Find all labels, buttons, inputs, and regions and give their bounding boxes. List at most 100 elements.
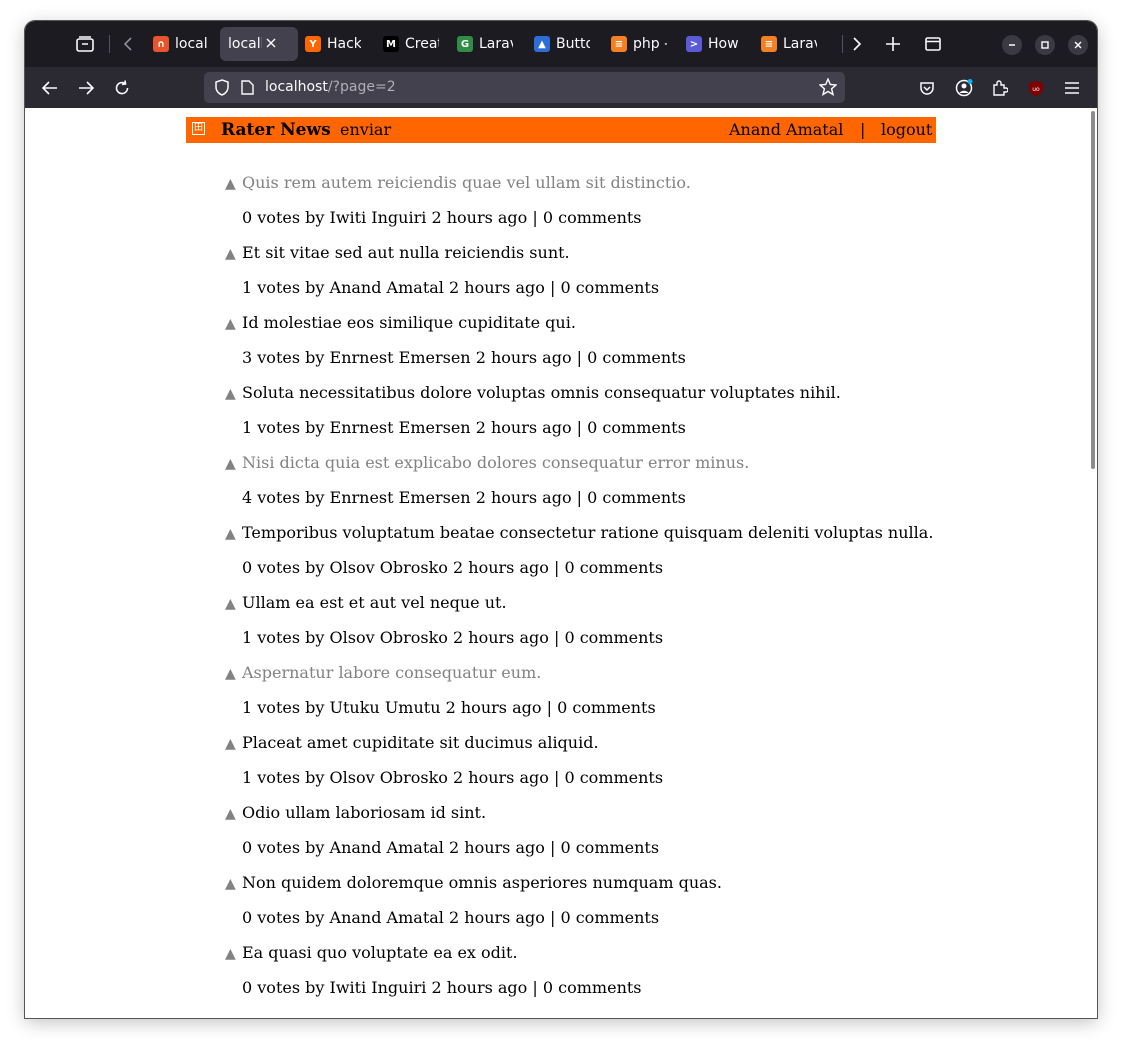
story-title-link[interactable]: Aspernatur labore consequatur eum.: [242, 663, 541, 682]
list-all-tabs-icon[interactable]: [924, 35, 942, 53]
tab-5[interactable]: ▲ Butto: [524, 27, 604, 61]
comments-link[interactable]: 0 comments: [587, 488, 686, 507]
story-title-link[interactable]: Et sit vitae sed aut nulla reiciendis su…: [242, 243, 570, 262]
author-link[interactable]: Anand Amatal: [330, 838, 444, 857]
close-window-icon[interactable]: [1068, 35, 1088, 55]
tab-scroll-left-icon[interactable]: [119, 35, 137, 53]
ublock-icon[interactable]: uo: [1021, 73, 1051, 103]
story-age[interactable]: 2 hours ago: [476, 488, 572, 507]
upvote-arrow-icon[interactable]: ▲: [225, 596, 242, 612]
author-link[interactable]: Olsov Obrosko: [330, 628, 448, 647]
story-title-link[interactable]: Soluta necessitatibus dolore voluptas om…: [242, 383, 841, 402]
author-link[interactable]: Enrnest Emersen: [330, 418, 471, 437]
tab-6[interactable]: ≡ php -: [601, 27, 681, 61]
firefox-view-icon[interactable]: [75, 34, 95, 54]
author-link[interactable]: Utuku Umutu: [330, 698, 441, 717]
upvote-arrow-icon[interactable]: ▲: [225, 736, 242, 752]
menu-icon[interactable]: [1057, 73, 1087, 103]
comments-link[interactable]: 0 comments: [543, 978, 642, 997]
story-age[interactable]: 2 hours ago: [446, 698, 542, 717]
comments-link[interactable]: 0 comments: [564, 768, 663, 787]
story-title-link[interactable]: Odio ullam laboriosam id sint.: [242, 803, 486, 822]
author-link[interactable]: Enrnest Emersen: [330, 488, 471, 507]
submit-link[interactable]: enviar: [340, 120, 391, 139]
author-link[interactable]: Enrnest Emersen: [330, 348, 471, 367]
comments-link[interactable]: 0 comments: [564, 628, 663, 647]
tab-7[interactable]: > How: [676, 27, 756, 61]
upvote-arrow-icon[interactable]: ▲: [225, 176, 242, 192]
story-title-link[interactable]: Ullam ea est et aut vel neque ut.: [242, 593, 507, 612]
upvote-arrow-icon[interactable]: ▲: [225, 246, 242, 262]
comments-link[interactable]: 0 comments: [560, 278, 659, 297]
comments-link[interactable]: 0 comments: [587, 418, 686, 437]
author-link[interactable]: Anand Amatal: [330, 908, 444, 927]
story-age[interactable]: 2 hours ago: [431, 978, 527, 997]
new-tab-icon[interactable]: [884, 35, 902, 53]
url-text[interactable]: localhost/?page=2: [265, 79, 396, 95]
story-title-link[interactable]: Id molestiae eos similique cupiditate qu…: [242, 313, 576, 332]
vote-count: 1 votes: [242, 768, 301, 787]
comments-link[interactable]: 0 comments: [557, 698, 656, 717]
upvote-arrow-icon[interactable]: ▲: [225, 386, 242, 402]
story-age[interactable]: 2 hours ago: [453, 768, 549, 787]
site-brand[interactable]: Rater News: [221, 120, 331, 140]
bookmark-star-icon[interactable]: [818, 77, 838, 100]
story-title-link[interactable]: Non quidem doloremque omnis asperiores n…: [242, 873, 722, 892]
story-age[interactable]: 2 hours ago: [453, 558, 549, 577]
author-link[interactable]: Olsov Obrosko: [330, 768, 448, 787]
comments-link[interactable]: 0 comments: [587, 348, 686, 367]
upvote-arrow-icon[interactable]: ▲: [225, 946, 242, 962]
story-age[interactable]: 2 hours ago: [476, 418, 572, 437]
story-row: ▲ Non quidem doloremque omnis asperiores …: [225, 873, 722, 892]
comments-link[interactable]: 0 comments: [560, 908, 659, 927]
comments-link[interactable]: 0 comments: [543, 208, 642, 227]
story-title-link[interactable]: Quis rem autem reiciendis quae vel ullam…: [242, 173, 691, 192]
author-link[interactable]: Iwiti Inguiri: [330, 208, 427, 227]
logout-link[interactable]: logout: [881, 120, 932, 139]
forward-button[interactable]: [71, 73, 101, 103]
story-title-link[interactable]: Nisi dicta quia est explicabo dolores co…: [242, 453, 749, 472]
story-age[interactable]: 2 hours ago: [449, 278, 545, 297]
tab-2[interactable]: Y Hack: [295, 27, 375, 61]
pocket-icon[interactable]: [912, 73, 942, 103]
tab-favicon-icon: M: [383, 36, 399, 52]
url-bar[interactable]: localhost/?page=2: [204, 72, 845, 103]
upvote-arrow-icon[interactable]: ▲: [225, 876, 242, 892]
comments-link[interactable]: 0 comments: [560, 838, 659, 857]
reload-button[interactable]: [107, 73, 137, 103]
close-tab-icon[interactable]: [266, 36, 276, 52]
extensions-icon[interactable]: [985, 73, 1015, 103]
tab-4[interactable]: G Larav: [447, 27, 527, 61]
upvote-arrow-icon[interactable]: ▲: [225, 806, 242, 822]
tab-3[interactable]: M Creat: [373, 27, 453, 61]
story-title-link[interactable]: Ea quasi quo voluptate ea ex odit.: [242, 943, 518, 962]
site-logo[interactable]: 田: [192, 122, 205, 135]
story-title-link[interactable]: Placeat amet cupiditate sit ducimus aliq…: [242, 733, 599, 752]
tab-scroll-right-icon[interactable]: [848, 35, 866, 53]
story-title-link[interactable]: Temporibus voluptatum beatae consectetur…: [242, 523, 933, 542]
user-link[interactable]: Anand Amatal: [729, 120, 843, 139]
story-age[interactable]: 2 hours ago: [449, 838, 545, 857]
comments-link[interactable]: 0 comments: [564, 558, 663, 577]
tab-8[interactable]: ≡ Larav: [751, 27, 821, 61]
author-link[interactable]: Iwiti Inguiri: [330, 978, 427, 997]
upvote-arrow-icon[interactable]: ▲: [225, 456, 242, 472]
shield-icon[interactable]: [214, 79, 230, 100]
author-link[interactable]: Olsov Obrosko: [330, 558, 448, 577]
story-age[interactable]: 2 hours ago: [449, 908, 545, 927]
upvote-arrow-icon[interactable]: ▲: [225, 526, 242, 542]
author-link[interactable]: Anand Amatal: [330, 278, 444, 297]
maximize-icon[interactable]: [1035, 35, 1055, 55]
upvote-arrow-icon[interactable]: ▲: [225, 666, 242, 682]
back-button[interactable]: [35, 73, 65, 103]
story-age[interactable]: 2 hours ago: [453, 628, 549, 647]
page-scrollbar[interactable]: [1091, 111, 1095, 469]
upvote-arrow-icon[interactable]: ▲: [225, 316, 242, 332]
story-age[interactable]: 2 hours ago: [431, 208, 527, 227]
story-age[interactable]: 2 hours ago: [476, 348, 572, 367]
account-icon[interactable]: [949, 73, 979, 103]
by-label: by: [305, 208, 325, 227]
tab-1[interactable]: localh: [220, 27, 298, 61]
minimize-icon[interactable]: [1002, 35, 1022, 55]
tab-0[interactable]: ∩ local: [143, 27, 223, 61]
